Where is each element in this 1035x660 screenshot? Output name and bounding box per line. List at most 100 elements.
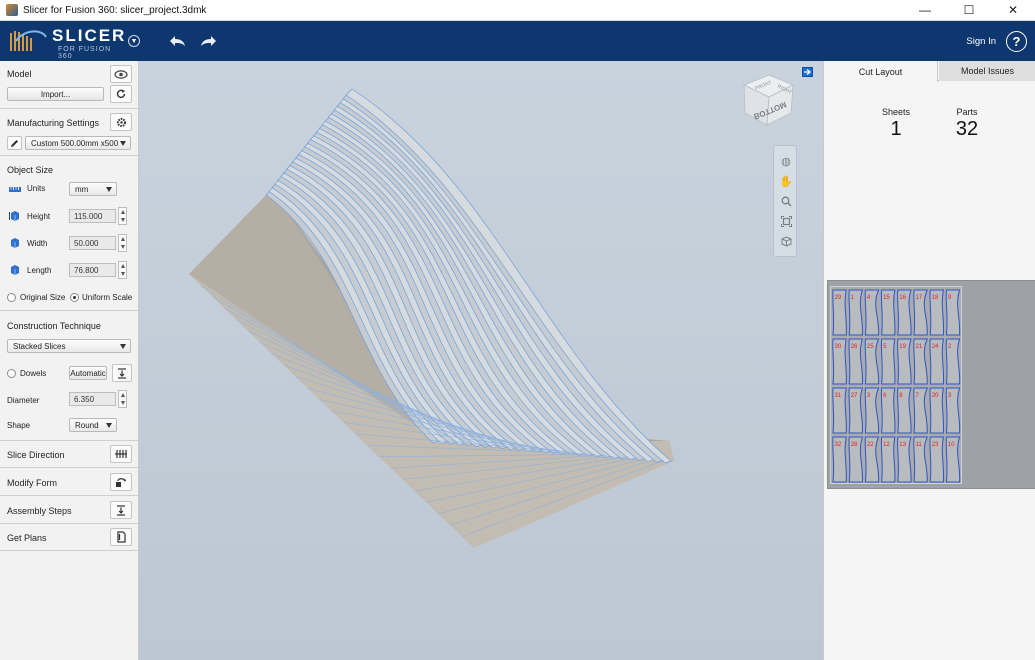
refresh-icon[interactable] [110, 85, 132, 103]
construction-section: Construction Technique Stacked Slices Do… [0, 311, 138, 441]
length-cube-icon [11, 265, 19, 275]
window-titlebar: Slicer for Fusion 360: slicer_project.3d… [0, 0, 1035, 21]
units-value: mm [75, 184, 89, 194]
nested-part: 18 [929, 289, 945, 336]
part-number: 20 [932, 393, 939, 399]
visibility-eye-icon[interactable] [110, 65, 132, 83]
slice-direction-icon[interactable] [110, 445, 132, 463]
length-input[interactable]: 76.800 [69, 263, 116, 277]
dowels-radio[interactable] [7, 369, 16, 378]
dowel-align-icon[interactable] [112, 364, 132, 382]
fit-view-icon[interactable] [779, 214, 793, 228]
manufacturing-title: Manufacturing Settings [7, 118, 100, 128]
logo-subtitle: FOR FUSION 360 [58, 46, 112, 60]
diameter-stepper[interactable] [118, 390, 127, 408]
model-section: Model Import... [0, 61, 138, 109]
material-sheet[interactable]: 29 1 4 15 16 17 18 9 30 26 25 5 19 21 24 2 31 27 3 6 8 7 20 3 32… [830, 286, 962, 484]
part-number: 29 [835, 295, 842, 301]
nested-part: 9 [945, 289, 961, 336]
nested-part: 4 [864, 289, 880, 336]
object-size-title: Object Size [7, 165, 54, 175]
get-plans-section[interactable]: Get Plans [0, 524, 138, 551]
nested-part: 20 [929, 387, 945, 434]
width-input[interactable]: 50.000 [69, 236, 116, 250]
part-number: 26 [851, 344, 858, 350]
units-label: Units [27, 184, 46, 193]
technique-dropdown[interactable]: Stacked Slices [7, 339, 131, 353]
material-preset-dropdown[interactable]: Custom 500.00mm x500.0 [25, 136, 131, 150]
app-icon [6, 4, 18, 16]
get-plans-title: Get Plans [7, 533, 47, 543]
help-icon[interactable]: ? [1006, 30, 1027, 52]
app-header: SLICER FOR FUSION 360 ▼ Sign In ? [0, 21, 1035, 61]
cut-layout-preview[interactable]: 29 1 4 15 16 17 18 9 30 26 25 5 19 21 24 2 31 27 3 6 8 7 20 3 32… [827, 280, 1035, 489]
minimize-button[interactable]: — [903, 0, 947, 21]
home-view-cube-icon[interactable] [779, 234, 793, 248]
original-size-radio[interactable] [7, 293, 16, 302]
import-button[interactable]: Import... [7, 87, 104, 101]
height-label: Height [27, 212, 51, 221]
modify-form-section[interactable]: Modify Form [0, 468, 138, 496]
uniform-scale-radio[interactable] [70, 293, 79, 302]
slicer-logo: SLICER FOR FUSION 360 [6, 21, 126, 61]
view-cube[interactable]: FRONT RIGHT BOTTOM [739, 69, 797, 131]
undo-icon[interactable] [166, 30, 188, 52]
height-stepper[interactable] [118, 207, 127, 225]
diameter-input[interactable]: 6.350 [69, 392, 116, 406]
orbit-icon[interactable]: ◍ [779, 154, 793, 168]
3d-viewport[interactable]: FRONT RIGHT BOTTOM ◍ ✋ [139, 61, 823, 660]
slice-direction-title: Slice Direction [7, 450, 65, 460]
assembly-steps-section[interactable]: Assembly Steps [0, 496, 138, 524]
nested-part: 11 [913, 436, 928, 483]
nested-part: 15 [880, 289, 896, 336]
settings-gear-icon[interactable] [110, 113, 132, 131]
zoom-icon[interactable] [779, 194, 793, 208]
construction-title: Construction Technique [7, 321, 101, 331]
part-number: 28 [851, 442, 858, 448]
modify-form-icon[interactable] [110, 473, 132, 491]
left-panel: Model Import... Manufacturing Settings C… [0, 61, 139, 660]
part-number: 32 [835, 442, 842, 448]
part-number: 23 [932, 442, 939, 448]
part-number: 27 [851, 393, 858, 399]
nested-part: 25 [864, 338, 880, 385]
assembly-steps-icon[interactable] [110, 501, 132, 519]
dowels-automatic-button[interactable]: Automatic [69, 366, 107, 380]
redo-icon[interactable] [198, 30, 220, 52]
part-number: 10 [948, 442, 955, 448]
nested-part: 17 [913, 289, 928, 336]
diameter-label: Diameter [7, 396, 40, 405]
shape-dropdown[interactable]: Round [69, 418, 117, 432]
nested-part: 16 [897, 289, 912, 336]
length-stepper[interactable] [118, 261, 127, 279]
nested-part: 26 [848, 338, 864, 385]
pan-hand-icon[interactable]: ✋ [779, 174, 793, 188]
chevron-down-icon [120, 344, 126, 349]
height-input[interactable]: 115.000 [69, 209, 116, 223]
nested-parts: 29 1 4 15 16 17 18 930 26 25 5 19 21 24 231 27 3 6 8 7 20 332… [832, 289, 961, 483]
dowels-label: Dowels [20, 369, 47, 378]
tab-model-issues[interactable]: Model Issues [939, 61, 1035, 81]
right-panel: Cut Layout Model Issues Sheets 1 Parts 3… [823, 61, 1035, 660]
nested-part: 24 [929, 338, 945, 385]
sign-in-link[interactable]: Sign In [966, 36, 996, 47]
nested-part: 31 [832, 387, 847, 434]
expand-panel-icon[interactable] [802, 67, 813, 77]
units-dropdown[interactable]: mm [69, 182, 117, 196]
tab-cut-layout[interactable]: Cut Layout [824, 61, 938, 82]
nested-part: 28 [848, 436, 864, 483]
close-button[interactable]: ✕ [991, 0, 1035, 21]
shape-value: Round [75, 420, 99, 430]
document-icon[interactable] [110, 528, 132, 546]
part-number: 21 [916, 344, 923, 350]
app-menu-chevron-icon[interactable]: ▼ [128, 35, 140, 47]
object-size-section: Object Size Units mm Height 115.000 Widt… [0, 156, 138, 311]
sliced-model[interactable] [139, 61, 823, 660]
chevron-down-icon [120, 141, 126, 146]
shape-label: Shape [7, 421, 31, 430]
width-stepper[interactable] [118, 234, 127, 252]
edit-pencil-icon[interactable] [7, 136, 22, 150]
material-preset-value: Custom 500.00mm x500.0 [31, 138, 119, 148]
maximize-button[interactable]: ☐ [947, 0, 991, 21]
slice-direction-section[interactable]: Slice Direction [0, 441, 138, 468]
